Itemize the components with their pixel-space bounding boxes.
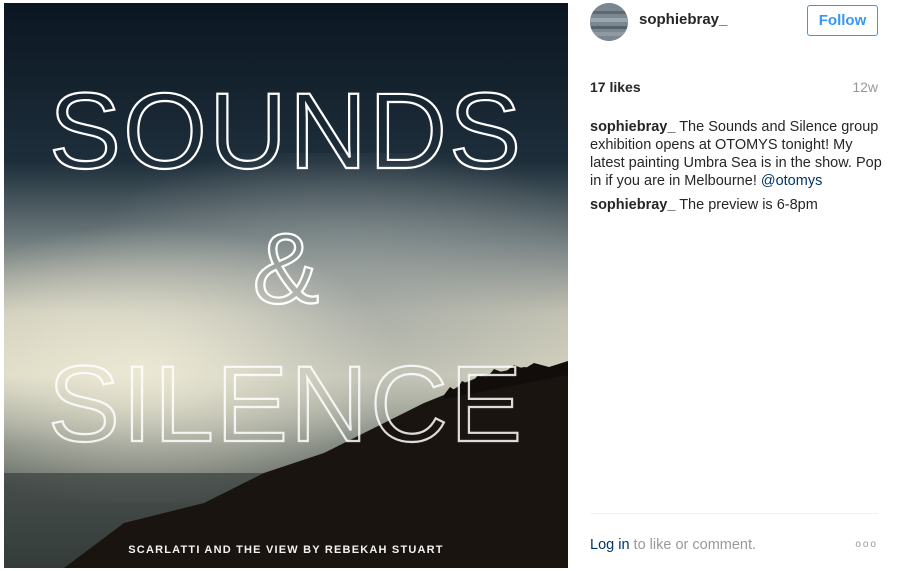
avatar-icon[interactable]	[590, 3, 628, 41]
post-age[interactable]: 12w	[852, 79, 878, 95]
artwork-title-line2: SILENCE	[48, 343, 524, 464]
artwork-ampersand: &	[253, 213, 320, 325]
post-image: SOUNDS & SILENCE SCARLATTI AND THE VIEW …	[4, 3, 568, 568]
post-stats: 17 likes 12w	[590, 79, 878, 99]
divider	[590, 513, 878, 514]
comment-item: sophiebray_ The Sounds and Silence group…	[590, 118, 882, 190]
post-header: sophiebray_ Follow	[568, 0, 907, 60]
login-prompt: to like or comment.	[633, 537, 757, 553]
likes-count[interactable]: 17 likes	[590, 79, 641, 95]
username-link[interactable]: sophiebray_	[639, 11, 727, 28]
login-link[interactable]: Log in	[590, 537, 630, 553]
artwork-caption: SCARLATTI AND THE VIEW BY REBEKAH STUART	[128, 544, 443, 556]
post-sidebar: sophiebray_ Follow 17 likes 12w sophiebr…	[568, 0, 907, 571]
comment-text: The preview is 6-8pm	[679, 197, 818, 213]
more-options-icon[interactable]: ooo	[855, 539, 878, 550]
instagram-post: SOUNDS & SILENCE SCARLATTI AND THE VIEW …	[0, 0, 907, 571]
painting-artwork: SOUNDS & SILENCE SCARLATTI AND THE VIEW …	[4, 3, 568, 568]
mention-link[interactable]: @otomys	[761, 173, 822, 189]
comment-username[interactable]: sophiebray_	[590, 119, 675, 135]
comment-item: sophiebray_ The preview is 6-8pm	[590, 196, 882, 214]
comment-list: sophiebray_ The Sounds and Silence group…	[590, 118, 882, 220]
follow-button[interactable]: Follow	[807, 5, 878, 36]
comment-username[interactable]: sophiebray_	[590, 197, 675, 213]
post-footer: Log in to like or comment. ooo	[590, 537, 878, 557]
artwork-title-line1: SOUNDS	[49, 70, 523, 191]
